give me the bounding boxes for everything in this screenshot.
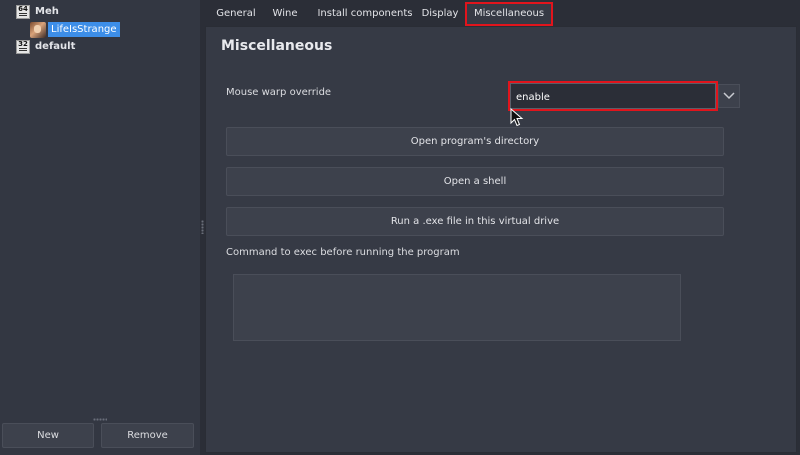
splitter-handle[interactable] <box>93 418 107 421</box>
mouse-cursor-icon <box>510 108 524 127</box>
drive-64-icon: 64 <box>16 4 30 19</box>
page-title: Miscellaneous <box>221 38 333 54</box>
tab-display[interactable]: Display <box>418 2 462 26</box>
command-textarea[interactable] <box>233 274 681 341</box>
dropdown-button[interactable] <box>718 84 740 108</box>
tab-miscellaneous[interactable]: Miscellaneous <box>465 2 553 26</box>
command-label: Command to exec before running the progr… <box>226 247 460 258</box>
tab-bar: General Wine Install components Display … <box>205 0 800 26</box>
splitter-grip-icon <box>201 220 204 234</box>
game-label: LifeIsStrange <box>48 22 120 37</box>
tab-install-components[interactable]: Install components <box>310 2 420 26</box>
new-button[interactable]: New <box>2 423 94 448</box>
prefix-label: Meh <box>35 6 59 17</box>
tab-general[interactable]: General <box>211 2 261 26</box>
remove-button[interactable]: Remove <box>101 423 194 448</box>
prefix-sidebar: 64 Meh LifeIsStrange 32 default New Remo… <box>0 0 200 455</box>
game-item-selected[interactable]: LifeIsStrange <box>30 21 120 38</box>
drive-32-icon: 32 <box>16 39 30 54</box>
prefix-item-default[interactable]: 32 default <box>16 38 75 55</box>
game-thumbnail-icon <box>30 21 46 38</box>
chevron-down-icon <box>723 92 735 100</box>
run-exe-button[interactable]: Run a .exe file in this virtual drive <box>226 207 724 236</box>
tab-wine[interactable]: Wine <box>267 2 303 26</box>
misc-panel: Miscellaneous Mouse warp override Open p… <box>205 26 797 453</box>
open-directory-button[interactable]: Open program's directory <box>226 127 724 156</box>
open-shell-button[interactable]: Open a shell <box>226 167 724 196</box>
mouse-warp-label: Mouse warp override <box>226 87 332 98</box>
prefix-item-meh[interactable]: 64 Meh <box>16 3 59 20</box>
mouse-warp-input[interactable] <box>516 89 706 105</box>
mouse-warp-combobox[interactable] <box>510 83 716 109</box>
prefix-label: default <box>35 41 76 52</box>
